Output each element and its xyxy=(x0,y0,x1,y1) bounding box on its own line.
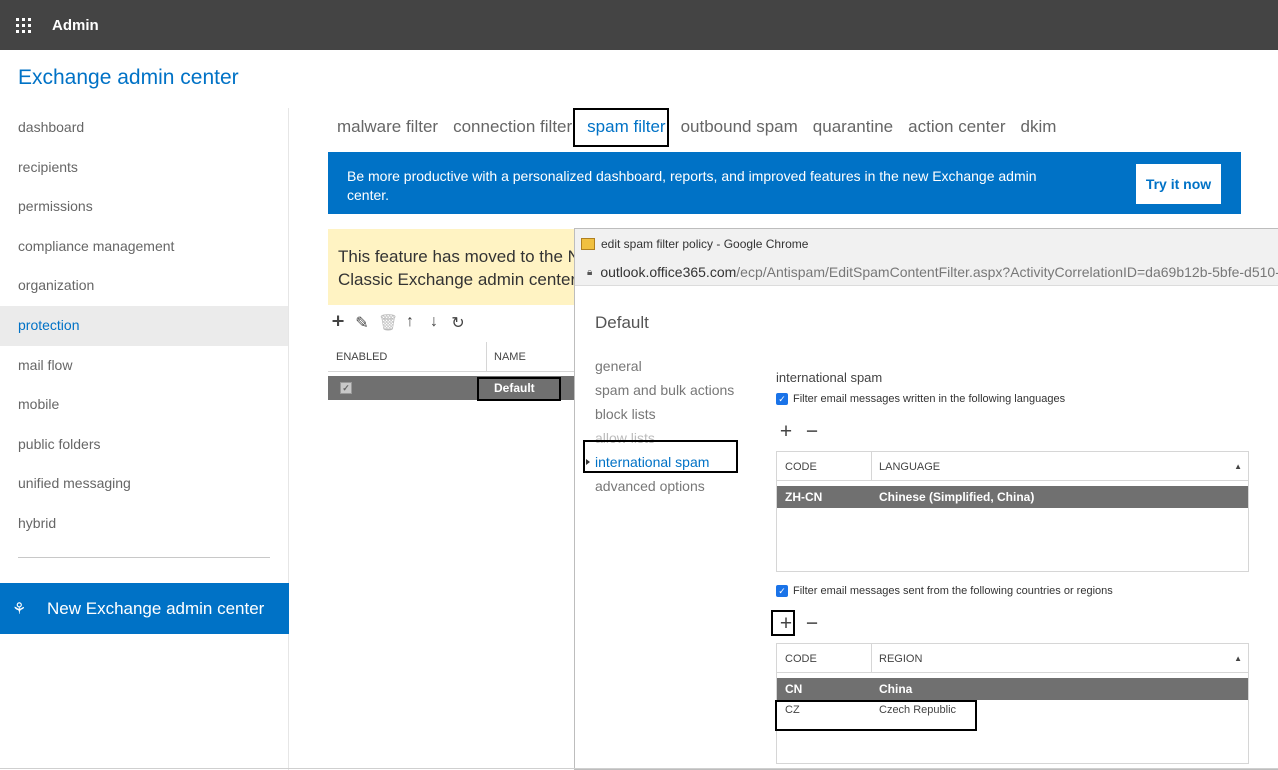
regions-checkbox[interactable]: ✓ xyxy=(776,585,788,597)
table-row[interactable]: CN China xyxy=(777,678,1248,700)
popup-window-title: edit spam filter policy - Google Chrome xyxy=(601,237,809,251)
popup-nav-general[interactable]: general xyxy=(595,355,734,379)
table-row[interactable]: CZ Czech Republic xyxy=(777,700,1248,722)
table-row[interactable]: ZH-CN Chinese (Simplified, China) xyxy=(777,486,1248,508)
tab-connection-filter[interactable]: connection filter xyxy=(453,117,572,137)
tab-dkim[interactable]: dkim xyxy=(1020,117,1056,137)
add-region-icon[interactable]: + xyxy=(778,613,794,634)
sidebar-item-compliance-management[interactable]: compliance management xyxy=(0,227,288,267)
refresh-icon[interactable]: ↻ xyxy=(450,313,466,333)
promo-banner: Be more productive with a personalized d… xyxy=(328,152,1241,214)
sidebar-item-protection[interactable]: protection xyxy=(0,305,288,346)
languages-checkbox-label: Filter email messages written in the fol… xyxy=(793,393,1066,405)
url-path: /ecp/Antispam/EditSpamContentFilter.aspx… xyxy=(736,264,1278,280)
sidebar-item-permissions[interactable]: permissions xyxy=(0,187,288,227)
top-bar: Admin xyxy=(0,0,1278,50)
banner-text: Be more productive with a personalized d… xyxy=(347,168,1037,203)
regions-table: CODE REGION ▲ CN China CZ Czech Republic xyxy=(776,643,1249,764)
sidebar-item-unified-messaging[interactable]: unified messaging xyxy=(0,464,288,504)
sidebar-item-mail-flow[interactable]: mail flow xyxy=(0,346,288,386)
column-divider xyxy=(871,452,872,480)
regions-checkbox-label: Filter email messages sent from the foll… xyxy=(793,585,1113,597)
sidebar-item-dashboard[interactable]: dashboard xyxy=(0,108,288,148)
sidebar-divider xyxy=(18,557,270,558)
popup-nav-spam-and-bulk-actions[interactable]: spam and bulk actions xyxy=(595,379,734,403)
languages-table: CODE LANGUAGE ▲ ZH-CN Chinese (Simplifie… xyxy=(776,451,1249,572)
languages-filter-option[interactable]: ✓ Filter email messages written in the f… xyxy=(776,393,1065,405)
policy-toolbar: ➕︎ ✎ 🗑︎ ↑ ↓ ↻ xyxy=(330,313,466,333)
column-divider xyxy=(871,644,872,672)
url-host: outlook.office365.com xyxy=(600,264,737,280)
edit-spam-filter-popup: edit spam filter policy - Google Chrome … xyxy=(574,228,1278,770)
region-name: China xyxy=(879,682,913,696)
sort-up-icon[interactable]: ▲ xyxy=(1234,654,1242,663)
sidebar-item-hybrid[interactable]: hybrid xyxy=(0,504,288,544)
moved-notice: This feature has moved to the N Classic … xyxy=(328,229,588,305)
language-code: ZH-CN xyxy=(785,490,823,504)
languages-table-header: CODE LANGUAGE ▲ xyxy=(777,452,1248,481)
app-name: Admin xyxy=(52,16,99,34)
delete-icon[interactable]: 🗑︎ xyxy=(378,313,398,333)
tab-action-center[interactable]: action center xyxy=(908,117,1005,137)
popup-title-bar: edit spam filter policy - Google Chrome xyxy=(575,229,1278,259)
section-title: international spam xyxy=(776,370,883,385)
app-launcher-icon[interactable] xyxy=(0,0,46,50)
add-language-icon[interactable]: + xyxy=(778,421,794,442)
page-bottom-border xyxy=(0,768,1278,769)
column-name[interactable]: NAME xyxy=(494,351,526,363)
tab-quarantine[interactable]: quarantine xyxy=(813,117,893,137)
region-code: CN xyxy=(785,682,803,696)
column-code[interactable]: CODE xyxy=(785,461,817,473)
notice-line-1: This feature has moved to the N xyxy=(338,247,580,266)
regions-table-header: CODE REGION ▲ xyxy=(777,644,1248,673)
new-eac-button[interactable]: ⚘ New Exchange admin center xyxy=(0,583,289,634)
exchange-icon: ⚘ xyxy=(12,600,27,618)
languages-add-remove: + − xyxy=(778,421,820,442)
regions-filter-option[interactable]: ✓ Filter email messages sent from the fo… xyxy=(776,585,1113,597)
page-title: Exchange admin center xyxy=(18,66,239,89)
enabled-checkbox[interactable]: ✓ xyxy=(340,382,352,394)
lock-icon: 🔒︎ xyxy=(587,266,593,278)
column-region[interactable]: REGION xyxy=(879,653,922,665)
column-language[interactable]: LANGUAGE xyxy=(879,461,940,473)
popup-nav: general spam and bulk actions block list… xyxy=(585,355,734,499)
policy-row-default[interactable]: ✓ Default xyxy=(328,376,578,400)
popup-nav-allow-lists[interactable]: allow lists xyxy=(595,427,734,451)
tab-spam-filter[interactable]: spam filter xyxy=(587,117,665,137)
edit-icon[interactable]: ✎ xyxy=(354,313,370,333)
document-icon xyxy=(581,238,595,250)
sort-up-icon[interactable]: ▲ xyxy=(1234,462,1242,471)
popup-nav-advanced-options[interactable]: advanced options xyxy=(595,475,734,499)
language-name: Chinese (Simplified, China) xyxy=(879,490,1035,504)
add-icon[interactable]: ➕︎ xyxy=(330,313,346,333)
column-enabled[interactable]: ENABLED xyxy=(336,351,387,363)
new-eac-label: New Exchange admin center xyxy=(47,598,265,618)
popup-nav-international-spam[interactable]: international spam xyxy=(585,451,734,475)
tab-malware-filter[interactable]: malware filter xyxy=(337,117,438,137)
remove-language-icon[interactable]: − xyxy=(804,421,820,442)
sidebar: dashboard recipients permissions complia… xyxy=(0,108,289,770)
address-bar[interactable]: 🔒︎ outlook.office365.com/ecp/Antispam/Ed… xyxy=(575,259,1278,286)
try-it-now-button[interactable]: Try it now xyxy=(1136,164,1221,204)
column-code[interactable]: CODE xyxy=(785,653,817,665)
sidebar-item-recipients[interactable]: recipients xyxy=(0,148,288,188)
policy-name: Default xyxy=(494,381,535,395)
languages-checkbox[interactable]: ✓ xyxy=(776,393,788,405)
region-name: Czech Republic xyxy=(879,704,957,716)
tab-bar: malware filter connection filter spam fi… xyxy=(337,117,1071,137)
policy-list-header: ENABLED NAME xyxy=(328,342,578,372)
popup-nav-block-lists[interactable]: block lists xyxy=(595,403,734,427)
remove-region-icon[interactable]: − xyxy=(804,613,820,634)
sidebar-item-organization[interactable]: organization xyxy=(0,266,288,306)
region-code: CZ xyxy=(785,704,800,716)
column-divider xyxy=(486,342,487,372)
sidebar-item-mobile[interactable]: mobile xyxy=(0,385,288,425)
regions-add-remove: + − xyxy=(778,613,820,634)
policy-heading: Default xyxy=(595,313,649,332)
sidebar-item-public-folders[interactable]: public folders xyxy=(0,425,288,465)
notice-line-2: Classic Exchange admin center. xyxy=(338,270,580,289)
move-down-icon[interactable]: ↓ xyxy=(426,313,442,333)
tab-outbound-spam[interactable]: outbound spam xyxy=(681,117,798,137)
move-up-icon[interactable]: ↑ xyxy=(402,313,418,333)
